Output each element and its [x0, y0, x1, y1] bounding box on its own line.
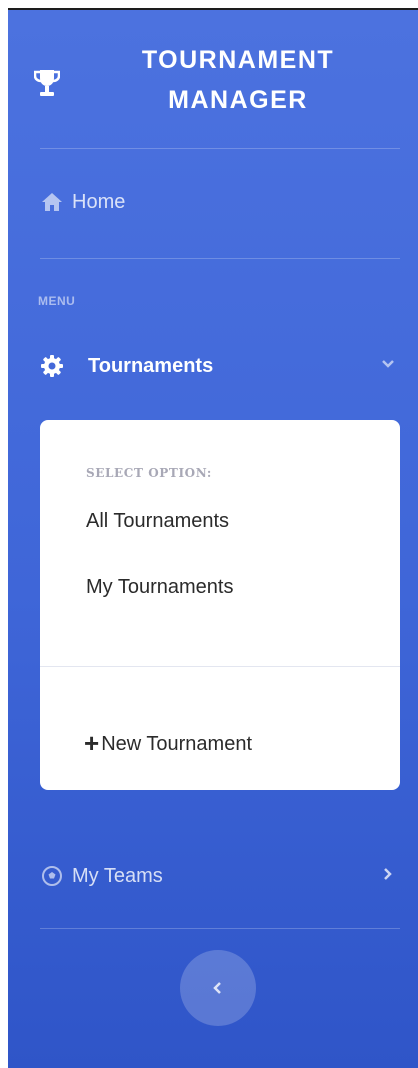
new-tournament-label: New Tournament — [101, 733, 253, 755]
nav-item-my-teams-label: My Teams — [72, 865, 163, 887]
chevron-left-icon — [213, 982, 221, 994]
plus-icon: + — [84, 728, 100, 758]
submenu-divider — [40, 666, 400, 667]
sidebar-divider — [40, 148, 400, 149]
nav-item-home-label: Home — [72, 191, 126, 213]
football-icon — [42, 866, 62, 886]
nav-item-tournaments[interactable]: Tournaments — [8, 338, 418, 394]
brand-title-line2: MANAGER — [168, 86, 308, 114]
chevron-right-icon — [384, 868, 392, 880]
cog-icon — [41, 355, 63, 377]
sidebar-brand[interactable]: TOURNAMENT MANAGER — [8, 10, 418, 148]
nav-item-tournaments-label: Tournaments — [88, 355, 214, 377]
brand-title-line1: TOURNAMENT — [141, 46, 335, 74]
tournaments-submenu: SELECT OPTION: All Tournaments My Tourna… — [40, 420, 400, 790]
brand-title: TOURNAMENT MANAGER — [78, 40, 398, 120]
submenu-header: SELECT OPTION: — [86, 466, 212, 480]
chevron-down-icon — [382, 360, 394, 368]
trophy-icon — [34, 70, 60, 96]
sidebar: TOURNAMENT MANAGER Home MENU Tournaments — [8, 8, 418, 1068]
submenu-item-my-tournaments[interactable]: My Tournaments — [86, 576, 233, 599]
sidebar-toggle-button[interactable] — [180, 950, 256, 1026]
submenu-item-new-tournament[interactable]: + New Tournament — [84, 728, 252, 759]
nav-item-my-teams[interactable]: My Teams — [8, 848, 418, 904]
home-icon — [42, 193, 62, 211]
sidebar-divider — [40, 258, 400, 259]
sidebar-divider — [40, 928, 400, 929]
nav-item-home[interactable]: Home — [8, 174, 418, 230]
sidebar-heading-menu: MENU — [38, 294, 76, 308]
submenu-item-all-tournaments[interactable]: All Tournaments — [86, 510, 229, 533]
